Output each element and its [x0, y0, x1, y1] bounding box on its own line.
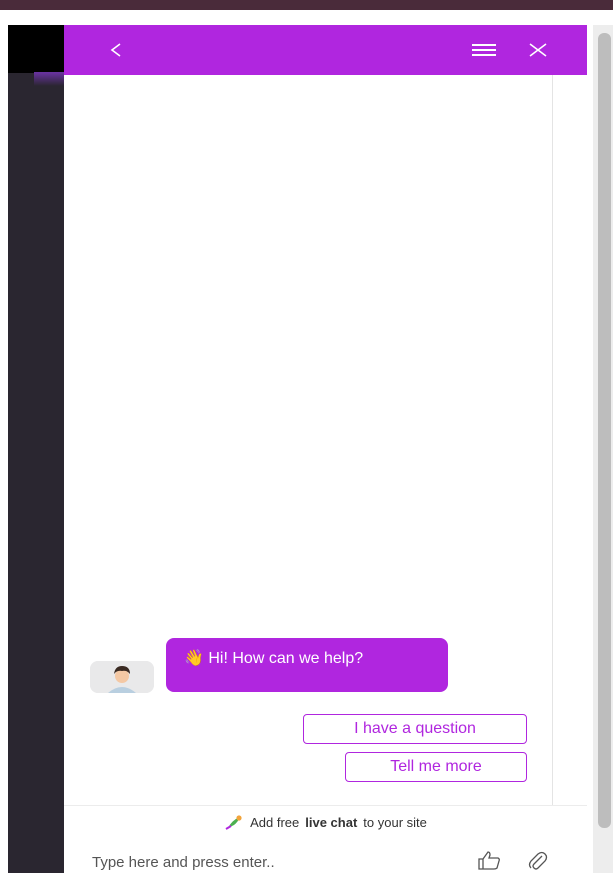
- back-button[interactable]: [102, 25, 130, 75]
- page-scrollbar-thumb[interactable]: [598, 33, 611, 828]
- background-page-panel: [8, 25, 64, 873]
- chat-right-gutter: [553, 75, 587, 805]
- message-input[interactable]: [90, 852, 464, 872]
- branding-suffix: to your site: [363, 814, 427, 830]
- hamburger-icon: [472, 41, 496, 59]
- branding-bold: live chat: [305, 814, 358, 830]
- chat-footer: Add free live chat to your site: [64, 805, 587, 874]
- quick-reply-tell-more[interactable]: Tell me more: [345, 752, 527, 782]
- agent-avatar: [90, 661, 154, 693]
- parrot-logo-icon: [225, 815, 242, 830]
- message-input-row: [90, 850, 550, 874]
- close-icon: [529, 43, 547, 57]
- avatar-person-icon: [90, 661, 154, 693]
- wave-emoji-icon: 👋: [184, 650, 204, 667]
- messages-area: 👋 Hi! How can we help?: [64, 75, 553, 805]
- menu-button[interactable]: [469, 25, 499, 75]
- browser-top-strip: [0, 0, 613, 10]
- background-accent: [34, 72, 64, 86]
- close-button[interactable]: [525, 25, 551, 75]
- chat-header: [64, 25, 587, 75]
- paperclip-icon: [528, 851, 548, 870]
- chevron-left-icon: [110, 43, 121, 57]
- quick-reply-question[interactable]: I have a question: [303, 714, 527, 744]
- branding-link[interactable]: Add free live chat to your site: [64, 814, 587, 830]
- agent-message-bubble: 👋 Hi! How can we help?: [166, 638, 448, 692]
- background-page-header: [8, 25, 64, 73]
- chat-widget: 👋 Hi! How can we help? I have a question…: [64, 25, 587, 874]
- branding-prefix: Add free: [250, 814, 300, 830]
- thumbs-up-icon: [478, 851, 500, 870]
- message-text: Hi! How can we help?: [208, 650, 364, 667]
- thumbs-up-button[interactable]: [477, 850, 501, 875]
- left-edge: [0, 10, 8, 873]
